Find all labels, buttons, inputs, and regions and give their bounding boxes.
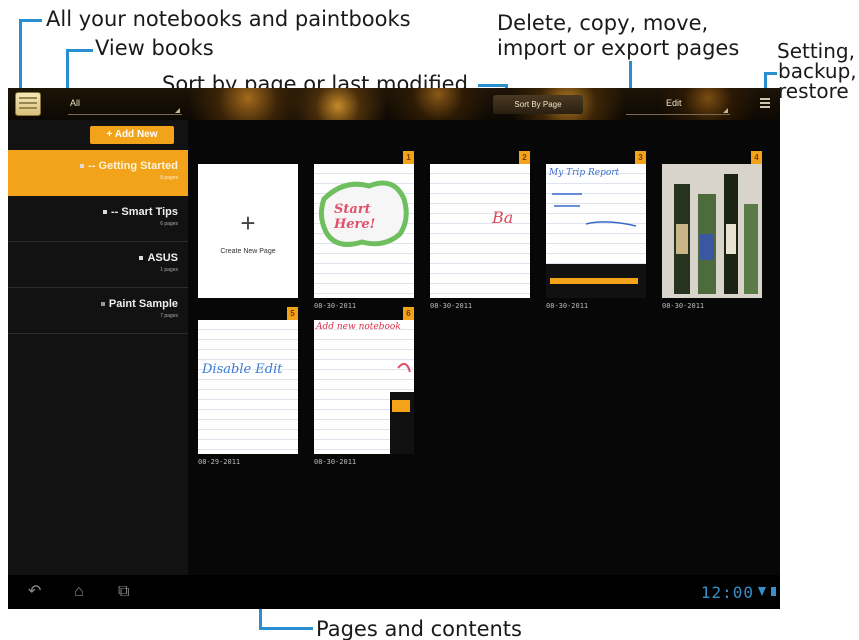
system-nav-bar: ↶ ⌂ ⧉ 12:00	[8, 575, 780, 609]
home-icon[interactable]: ⌂	[74, 584, 84, 600]
page-handwriting: Ba	[492, 208, 514, 227]
page-thumb-image: My Trip Report	[546, 164, 646, 298]
notebook-item-name-row: -- Getting Started	[80, 160, 178, 172]
callout-view-books: View books	[95, 36, 214, 60]
leader-view-books	[66, 49, 93, 93]
edit-selector-label: Edit	[666, 98, 682, 108]
status-clock: 12:00	[700, 583, 754, 602]
page-number-badge: 5	[287, 307, 298, 320]
paintbook-bullet-icon	[100, 302, 105, 307]
page-number-badge: 4	[751, 151, 762, 164]
notebook-item-name-row: Paint Sample	[100, 298, 178, 310]
notebook-item-name: -- Smart Tips	[110, 206, 178, 218]
notebook-item-smart-tips[interactable]: -- Smart Tips 6 pages	[8, 196, 188, 242]
trip-report-sketch	[546, 193, 646, 298]
page-date: 08-30-2011	[314, 302, 357, 310]
page-number-badge: 2	[519, 151, 530, 164]
notebook-item-count: 1 pages	[160, 267, 178, 273]
page-handwriting: Start Here!	[334, 202, 376, 232]
callout-edit-line1: Delete, copy, move,	[497, 11, 709, 35]
action-bar: All Sort By Page Edit	[8, 88, 780, 120]
bottles-photo	[662, 164, 762, 298]
notebook-item-name: Paint Sample	[108, 298, 178, 310]
create-new-page-thumb: + Create New Page	[198, 164, 298, 298]
view-books-selector-label: All	[70, 98, 81, 108]
overflow-menu-icon[interactable]	[760, 98, 770, 110]
notebook-item-paint-sample[interactable]: Paint Sample 7 pages	[8, 288, 188, 334]
wifi-icon	[758, 587, 766, 596]
page-date: 08-29-2011	[198, 458, 241, 466]
page-number-badge: 1	[403, 151, 414, 164]
notebook-bullet-icon	[102, 210, 107, 215]
add-new-button[interactable]: + Add New	[90, 126, 174, 144]
notebook-item-count: 7 pages	[160, 313, 178, 319]
notebook-bullet-icon	[139, 256, 144, 261]
plus-icon: +	[240, 208, 256, 238]
page-number-badge: 3	[635, 151, 646, 164]
page-thumb-image: Ba	[430, 164, 530, 298]
add-notebook-sketch	[390, 362, 414, 454]
page-date: 08-30-2011	[662, 302, 705, 310]
view-books-selector[interactable]: All	[68, 93, 182, 115]
notebook-app-icon[interactable]	[15, 92, 41, 116]
tablet-screen: All Sort By Page Edit + Add New -- Getti…	[8, 88, 780, 609]
notebook-list-panel: + Add New -- Getting Started 8 pages -- …	[8, 120, 188, 575]
create-new-page-label: Create New Page	[220, 248, 276, 255]
page-date: 08-30-2011	[546, 302, 589, 310]
edit-selector[interactable]: Edit	[626, 93, 730, 115]
notebook-item-asus[interactable]: ASUS 1 pages	[8, 242, 188, 288]
callout-notebooks: All your notebooks and paintbooks	[46, 7, 411, 31]
dropdown-triangle-icon	[723, 108, 728, 113]
page-thumb-image	[662, 164, 762, 298]
dropdown-triangle-icon	[175, 108, 180, 113]
callout-settings-line3: restore	[778, 79, 849, 103]
notebook-item-count: 6 pages	[160, 221, 178, 227]
page-handwriting: Disable Edit	[202, 362, 283, 377]
notebook-item-name-row: ASUS	[139, 252, 178, 264]
page-number-badge: 6	[403, 307, 414, 320]
recent-apps-icon[interactable]: ⧉	[118, 584, 129, 600]
page-thumb-image: Add new notebook	[314, 320, 414, 454]
pages-grid: + Create New Page Start Here! 1 08-30-20…	[188, 120, 780, 575]
page-date: 08-30-2011	[430, 302, 473, 310]
notebook-item-name: ASUS	[147, 252, 178, 264]
page-date: 08-30-2011	[314, 458, 357, 466]
notebook-item-getting-started[interactable]: -- Getting Started 8 pages	[8, 150, 188, 196]
notebook-item-count: 8 pages	[160, 175, 178, 181]
callout-pages: Pages and contents	[316, 617, 522, 640]
page-thumb-image: Disable Edit	[198, 320, 298, 454]
page-thumb-image: Start Here!	[314, 164, 414, 298]
sort-button[interactable]: Sort By Page	[493, 95, 583, 114]
notebook-item-name: -- Getting Started	[88, 160, 178, 172]
notebook-item-name-row: -- Smart Tips	[102, 206, 178, 218]
notebook-bullet-icon	[80, 164, 85, 169]
battery-icon	[771, 587, 776, 596]
back-icon[interactable]: ↶	[28, 584, 41, 600]
callout-edit-line2: import or export pages	[497, 36, 740, 60]
